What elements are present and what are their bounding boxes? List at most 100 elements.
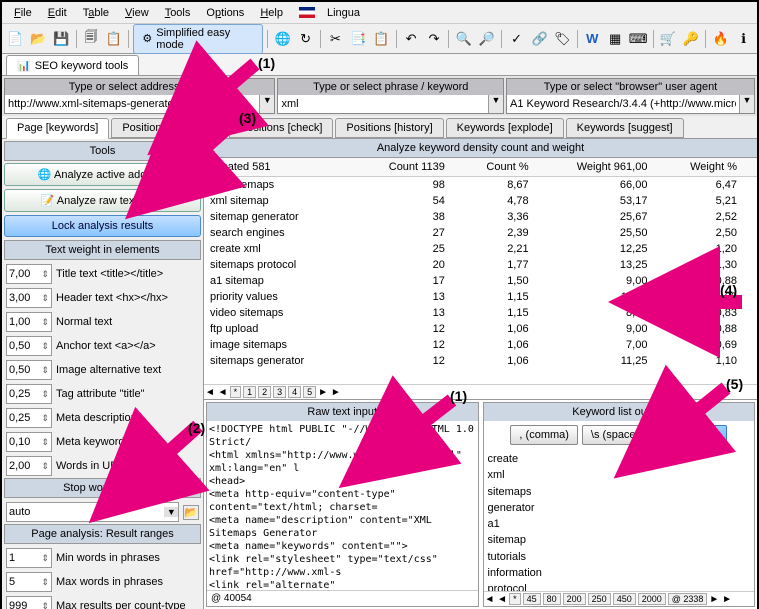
space-button[interactable]: \s (space) [582,425,648,445]
stopwords-edit-icon[interactable]: 📂 [183,505,199,520]
column-header[interactable]: Count 1139 [364,158,465,177]
tab-positions-analysis[interactable]: Positions [analysis] [111,118,227,138]
validate-icon[interactable]: ✓ [506,28,527,50]
menu-edit[interactable]: Edit [40,5,75,21]
url-input[interactable] [5,95,259,113]
list-item[interactable]: create [486,451,753,467]
range-spinner[interactable]: 1 [6,548,52,568]
url-dropdown-icon[interactable]: ▼ [259,95,274,113]
stopwords-combo[interactable]: ▼ [6,502,179,522]
menu-view[interactable]: View [117,5,157,21]
page-tab[interactable]: 250 [588,593,611,605]
list-item[interactable]: sitemap [486,532,753,548]
comma-button[interactable]: , (comma) [510,425,578,445]
simplified-mode-button[interactable]: ⚙ Simplified easy mode [133,24,263,54]
paste-icon[interactable]: 📋 [104,28,125,50]
weight-spinner[interactable]: 7,00 [6,264,52,284]
analyze-active-button[interactable]: 🌐 Analyze active address [4,163,201,186]
list-item[interactable]: generator [486,500,753,516]
table-row[interactable]: ftp upload121,069,000,88 [204,321,757,337]
page-tab[interactable]: 450 [613,593,636,605]
weight-spinner[interactable]: 0,25 [6,408,52,428]
cart-icon[interactable]: 🛒 [657,28,678,50]
word-icon[interactable]: W [582,28,603,50]
tab-positions-history[interactable]: Positions [history] [335,118,443,138]
page-tab[interactable]: 1 [243,386,256,398]
new-icon[interactable]: 📄 [5,28,26,50]
page-tab[interactable]: 5 [303,386,316,398]
lock-results-button[interactable]: Lock analysis results [4,215,201,237]
tab-keywords-explode[interactable]: Keywords [explode] [446,118,564,138]
page-tab[interactable]: 3 [273,386,286,398]
redo-icon[interactable]: ↷ [424,28,445,50]
range-spinner[interactable]: 5 [6,572,52,592]
key-icon[interactable]: 🔑 [680,28,701,50]
weight-spinner[interactable]: 0,50 [6,360,52,380]
page-tab[interactable]: 200 [563,593,586,605]
search-icon[interactable]: 🔍 [453,28,474,50]
list-item[interactable]: tutorials [486,549,753,565]
tab-keywords-suggest[interactable]: Keywords [suggest] [566,118,684,138]
column-header[interactable]: Weight % [667,158,757,177]
table-row[interactable]: xml sitemaps988,6766,006,47 [204,177,757,194]
list-item[interactable]: protocol [486,581,753,591]
column-header[interactable]: Count % [465,158,549,177]
tab-seo-tools[interactable]: 📊 SEO keyword tools [6,55,139,75]
list-item[interactable]: information [486,565,753,581]
table-icon[interactable]: ▦ [605,28,626,50]
menu-table[interactable]: Table [75,5,117,21]
menu-options[interactable]: Options [198,5,252,21]
agent-dropdown-icon[interactable]: ▼ [739,95,754,113]
list-item[interactable]: xml [486,467,753,483]
tab-positions-check[interactable]: Positions [check] [229,118,334,138]
menu-file[interactable]: File [6,5,40,21]
list-item[interactable]: sitemaps [486,484,753,500]
table-row[interactable]: image sitemaps121,067,000,69 [204,337,757,353]
tag-icon[interactable]: 🏷 [552,28,573,50]
page-tab[interactable]: 80 [543,593,561,605]
agent-input[interactable] [507,95,739,113]
weight-spinner[interactable]: 0,50 [6,336,52,356]
table-row[interactable]: video sitemaps131,158,500,83 [204,305,757,321]
menu-lingua[interactable]: Lingua [291,5,376,21]
table-row[interactable]: sitemaps generator121,0611,251,10 [204,353,757,369]
table-row[interactable]: a1 sitemap171,509,000,88 [204,273,757,289]
table-row[interactable]: xml sitemap544,7853,175,21 [204,193,757,209]
menu-help[interactable]: Help [252,5,291,21]
page-tab[interactable]: * [509,593,521,605]
list-item[interactable]: a1 [486,516,753,532]
phrase-input[interactable] [278,95,488,113]
open-icon[interactable]: 📂 [28,28,49,50]
table-row[interactable]: create xml252,2112,251,20 [204,241,757,257]
menu-tools[interactable]: Tools [157,5,199,21]
code-icon[interactable]: ⌨ [628,28,649,50]
fire-icon[interactable]: 🔥 [710,28,731,50]
stopwords-input[interactable] [7,506,164,518]
raw-text-body[interactable]: <!DOCTYPE html PUBLIC "-//W3C//DTD XHTML… [207,421,478,590]
globe-icon[interactable]: 🌐 [272,28,293,50]
cut-icon[interactable]: ✂ [325,28,346,50]
newline-button[interactable]: \n (newline) [652,425,727,445]
column-header[interactable]: Weight 961,00 [549,158,668,177]
column-header[interactable]: Located 581 [204,158,364,177]
analyze-raw-button[interactable]: 📝 Analyze raw text input [4,189,201,212]
range-spinner[interactable]: 999 [6,596,52,609]
copy-icon[interactable]: 🗐 [81,28,102,50]
undo-icon[interactable]: ↶ [401,28,422,50]
link-icon[interactable]: 🔗 [529,28,550,50]
page-tab[interactable]: 2 [258,386,271,398]
info-icon[interactable]: ℹ [733,28,754,50]
paste2-icon[interactable]: 📋 [371,28,392,50]
weight-spinner[interactable]: 0,10 [6,432,52,452]
weight-spinner[interactable]: 3,00 [6,288,52,308]
weight-spinner[interactable]: 1,00 [6,312,52,332]
page-tab[interactable]: 2000 [638,593,666,605]
weight-spinner[interactable]: 2,00 [6,456,52,476]
phrase-dropdown-icon[interactable]: ▼ [488,95,503,113]
replace-icon[interactable]: 🔎 [476,28,497,50]
results-table-wrap[interactable]: Located 581Count 1139Count %Weight 961,0… [204,158,757,384]
table-row[interactable]: priority values131,1511,001,08 [204,289,757,305]
table-row[interactable]: sitemaps protocol201,7713,251,30 [204,257,757,273]
page-tab[interactable]: @ 2338 [668,593,708,605]
chevron-down-icon[interactable]: ▼ [164,507,178,517]
